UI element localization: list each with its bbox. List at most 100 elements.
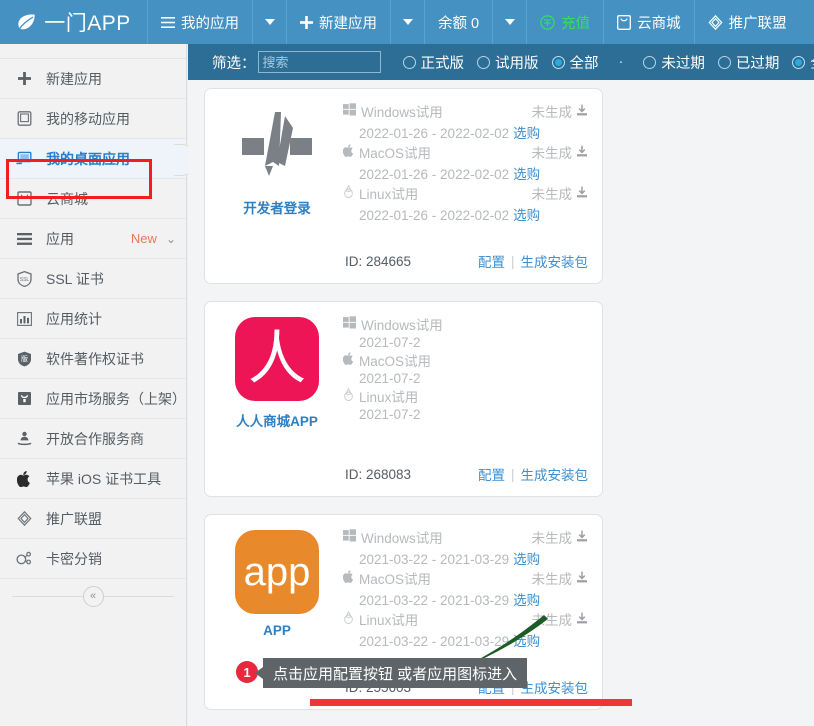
platform-status-label: 未生成 <box>531 572 573 587</box>
sidebar-item-label: SSL 证书 <box>46 270 104 287</box>
sidebar-item-label: 应用市场服务（上架） <box>46 390 186 407</box>
sidebar-item-new-app[interactable]: 新建应用 <box>0 59 186 99</box>
nav-item-new-app[interactable]: 新建应用 <box>287 0 391 44</box>
brand-logo[interactable]: 一门APP <box>0 0 148 44</box>
nav-caret-balance[interactable] <box>493 0 528 44</box>
apple-icon <box>342 352 354 368</box>
sidebar-item-affiliate[interactable]: 推广联盟 <box>0 499 186 539</box>
chevron-down-icon <box>402 19 413 25</box>
sidebar-item-apps[interactable]: 应用 New ⌄ <box>0 219 186 259</box>
platform-row: Windows试用 未生成 <box>343 101 588 121</box>
radio-all-expiry[interactable]: 全部 <box>792 52 814 73</box>
radio-all-version[interactable]: 全部 <box>551 52 599 73</box>
platform-status: 未生成 <box>532 142 589 162</box>
sidebar: 新建应用 我的移动应用 我的桌面应用 云商城 应用 New ⌄ SSL SSL … <box>0 44 197 726</box>
app-name: 开发者登录 <box>243 201 311 216</box>
app-name: APP <box>263 623 291 638</box>
app-card-right: Windows试用 未生成 2022-01-26 - 2022-02-02 选购 Mac… <box>339 101 588 273</box>
platform-label: Windows试用 <box>361 105 443 120</box>
annotation-tooltip: 点击应用配置按钮 或者应用图标进入 <box>254 658 528 688</box>
radio-official[interactable]: 正式版 <box>402 52 464 73</box>
nav-item-affiliate-label: 推广联盟 <box>728 15 787 32</box>
svg-text:版: 版 <box>21 354 28 363</box>
sidebar-top-spacer <box>0 44 186 59</box>
download-icon[interactable] <box>576 612 588 627</box>
platform-row: MacOS试用 <box>342 350 588 370</box>
sidebar-item-desktop-apps[interactable]: 我的桌面应用 <box>0 139 197 179</box>
download-icon[interactable] <box>576 104 588 119</box>
platform-row: MacOS试用 未生成 <box>342 142 589 162</box>
platform-date-row: 2022-01-26 - 2022-02-02 选购 <box>343 163 588 183</box>
nav-item-my-apps[interactable]: 我的应用 <box>148 0 253 44</box>
nav-item-cloud-store[interactable]: 云商城 <box>604 0 695 44</box>
sidebar-item-ssl-cert[interactable]: SSL SSL 证书 <box>0 259 186 299</box>
linux-icon <box>343 610 354 627</box>
config-button[interactable]: 配置 <box>478 464 505 484</box>
diamond-icon <box>708 14 723 30</box>
build-package-button[interactable]: 生成安装包 <box>521 251 589 271</box>
chart-icon <box>14 311 34 326</box>
sidebar-item-label: 新建应用 <box>46 70 102 87</box>
search-input[interactable] <box>257 51 381 73</box>
platform-date-row: 2021-07-2 <box>343 335 588 350</box>
sidebar-item-cloud-store[interactable]: 云商城 <box>0 179 186 219</box>
platform-label: MacOS试用 <box>359 572 432 587</box>
sidebar-item-apple-cert-tool[interactable]: 苹果 iOS 证书工具 <box>0 459 186 499</box>
buy-link[interactable]: 选购 <box>513 552 540 567</box>
download-icon[interactable] <box>576 530 588 545</box>
apple-icon <box>342 144 354 160</box>
sidebar-item-label: 苹果 iOS 证书工具 <box>46 470 162 487</box>
sidebar-item-label: 应用统计 <box>46 310 102 327</box>
app-icon[interactable]: 人 <box>235 317 319 401</box>
nav-item-balance[interactable]: 余额 0 <box>425 0 494 44</box>
platform-date-row: 2021-07-2 <box>343 371 588 386</box>
leaf-icon <box>16 13 37 31</box>
download-icon[interactable] <box>576 571 588 586</box>
radio-trial[interactable]: 试用版 <box>477 52 539 73</box>
platform-name: Linux试用 <box>343 386 418 406</box>
store-icon <box>14 191 34 206</box>
buy-link[interactable]: 选购 <box>513 167 540 182</box>
download-icon[interactable] <box>576 186 588 201</box>
radio-not-expired-label: 未过期 <box>661 55 705 72</box>
sidebar-item-market-service[interactable]: 应用市场服务（上架） <box>0 379 186 419</box>
sidebar-item-open-partner[interactable]: 开放合作服务商 <box>0 419 186 459</box>
platform-date: 2021-03-22 - 2021-03-29 <box>359 593 510 608</box>
nav-caret-new-app[interactable] <box>391 0 425 44</box>
radio-dot-icon <box>643 55 657 69</box>
app-card-footer: ID: 268083 配置 | 生成安装包 <box>215 464 588 484</box>
sidebar-item-mobile-apps[interactable]: 我的移动应用 <box>0 99 186 139</box>
nav-item-affiliate[interactable]: 推广联盟 <box>695 0 800 44</box>
buy-link[interactable]: 选购 <box>513 208 540 223</box>
platform-label: Linux试用 <box>359 390 419 405</box>
sidebar-item-label: 开放合作服务商 <box>46 430 144 447</box>
sidebar-item-card-distribution[interactable]: 卡密分销 <box>0 539 186 579</box>
platform-row: Windows试用 未生成 <box>343 527 588 547</box>
plus-icon <box>300 15 313 29</box>
radio-expired[interactable]: 已过期 <box>717 52 780 73</box>
nav-caret-my-apps[interactable] <box>253 0 287 44</box>
svg-text:SSL: SSL <box>19 277 29 283</box>
config-button[interactable]: 配置 <box>478 251 505 271</box>
download-icon[interactable] <box>576 145 588 160</box>
sidebar-item-label: 云商城 <box>46 190 88 207</box>
radio-expired-label: 已过期 <box>735 55 780 72</box>
nav-item-recharge[interactable]: 充值 <box>527 0 605 44</box>
sidebar-item-app-stats[interactable]: 应用统计 <box>0 299 186 339</box>
plus-icon <box>14 72 34 85</box>
chevron-down-icon[interactable]: ⌄ <box>166 232 176 246</box>
radio-not-expired[interactable]: 未过期 <box>643 52 705 73</box>
radio-dot-icon <box>402 55 416 69</box>
buy-link[interactable]: 选购 <box>513 126 540 141</box>
buy-link[interactable]: 选购 <box>513 593 540 608</box>
app-card-left: 开发者登录 <box>215 101 339 273</box>
app-card[interactable]: 开发者登录 Windows试用 未生成 2022-01-26 - 2022-02-02… <box>204 88 603 284</box>
build-package-button[interactable]: 生成安装包 <box>521 464 589 484</box>
app-icon[interactable] <box>235 104 319 188</box>
platform-status-label: 未生成 <box>531 105 573 120</box>
platform-row: MacOS试用 未生成 <box>342 568 588 588</box>
app-card[interactable]: 人人人商城APP Windows试用 2021-07-2 MacOS试用 2021-07… <box>204 301 603 497</box>
sidebar-item-copyright-cert[interactable]: 版 软件著作权证书 <box>0 339 186 379</box>
collapse-sidebar-button[interactable]: « <box>82 585 104 607</box>
app-icon[interactable]: app <box>235 530 319 614</box>
